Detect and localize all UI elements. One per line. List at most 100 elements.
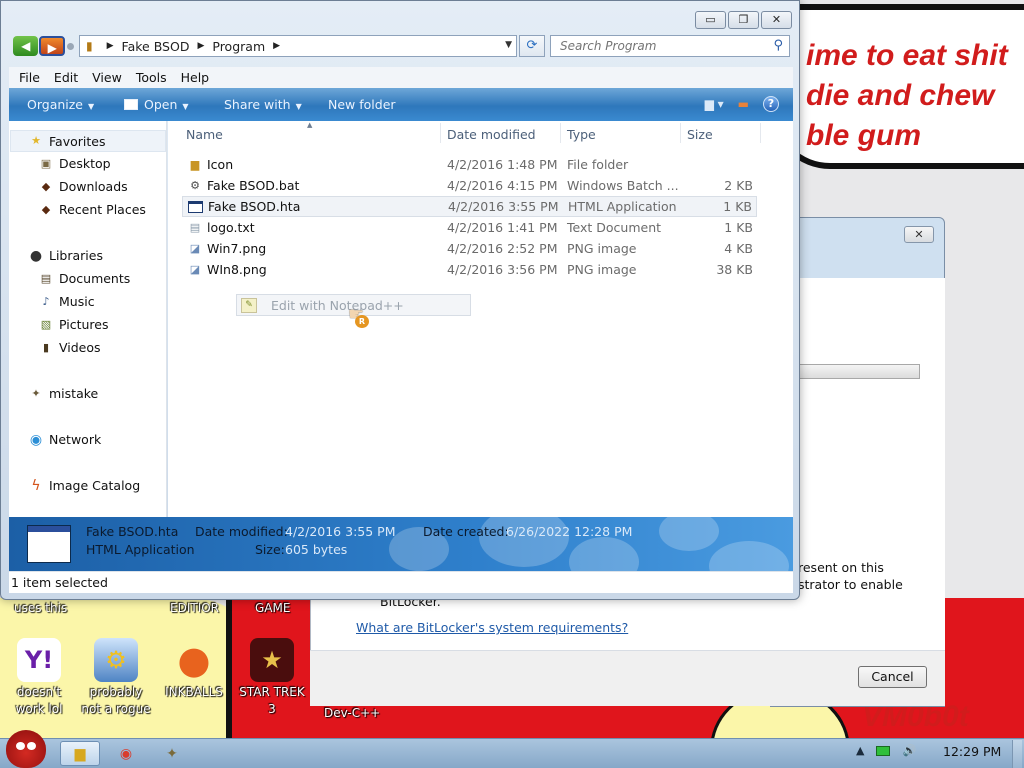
show-desktop-button[interactable] [1012,740,1022,768]
forward-button[interactable]: ▶ [39,36,65,56]
breadcrumb-program[interactable]: Program [212,39,265,54]
column-divider[interactable] [560,123,561,143]
file-row-fake-bsod-bat[interactable]: ⚙ Fake BSOD.bat 4/2/2016 4:15 PM Windows … [182,175,757,196]
nav-libraries[interactable]: ● Libraries [29,248,103,263]
window-icon [124,99,138,110]
nav-network[interactable]: ◉ Network [29,432,101,447]
menu-help[interactable]: Help [181,70,210,85]
cancel-button[interactable]: Cancel [858,666,927,688]
details-date-modified-label: Date modified: [195,524,288,539]
chevron-right-icon[interactable]: ▶ [273,41,280,51]
maximize-button[interactable]: ❐ [728,11,759,29]
file-name: ◪ Win7.png [187,241,266,256]
libraries-icon: ● [29,247,43,264]
search-icon[interactable]: ⚲ [773,38,783,53]
nav-downloads[interactable]: ◆ Downloads [39,179,128,194]
column-header-name[interactable]: Name [186,127,223,142]
menu-tools[interactable]: Tools [136,70,167,85]
organize-button[interactable]: Organize ▼ [27,97,94,112]
menu-file[interactable]: File [19,70,40,85]
context-menu-label: Edit with Notepad++ [271,297,404,313]
tray-expand-icon[interactable]: ▲ [856,744,864,757]
column-header-type[interactable]: Type [567,127,596,142]
taskbar-explorer-button[interactable]: ▆ [60,741,100,766]
minimize-button[interactable]: ▭ [695,11,726,29]
column-divider[interactable] [680,123,681,143]
nav-label: mistake [49,386,99,401]
nav-pictures[interactable]: ▧ Pictures [39,317,109,332]
column-divider[interactable] [760,123,761,143]
column-header-date-modified[interactable]: Date modified [447,127,536,142]
nav-image-catalog[interactable]: ϟ Image Catalog [29,478,140,493]
file-row-fake-bsod-hta[interactable]: Fake BSOD.hta 4/2/2016 3:55 PM HTML Appl… [182,196,757,217]
decorative-bubble [569,537,639,571]
desktop-icon-inkballs[interactable]: ● INKBALLS [158,638,230,701]
nav-label: Favorites [49,133,106,149]
desktop-icon-probably-not-a-rogue[interactable]: ⚙ probably not a rogue [80,638,152,718]
recent-locations-button[interactable] [67,43,74,50]
desktop-label-devcpp[interactable]: Dev-C++ [324,706,380,720]
star-trek-icon: ★ [250,638,294,682]
nav-favorites[interactable]: ★ Favorites [10,130,166,152]
bitlocker-requirements-link[interactable]: What are BitLocker's system requirements… [356,620,628,635]
network-status-icon[interactable] [876,745,891,756]
file-size: 4 KB [724,241,753,256]
nav-recent-places[interactable]: ◆ Recent Places [39,202,146,217]
nav-label: Image Catalog [49,478,141,493]
help-icon[interactable]: ? [763,96,779,112]
desktop-icon-yahoo[interactable]: Y! doesn't work lol [3,638,75,718]
refresh-button[interactable]: ⟳ [519,35,545,57]
taskbar-clock[interactable]: 12:29 PM [943,744,1001,759]
nav-music[interactable]: ♪ Music [39,294,94,309]
share-with-button[interactable]: Share with ▼ [224,97,302,112]
file-row-win8-png[interactable]: ◪ WIn8.png 4/2/2016 3:56 PM PNG image 38 … [182,259,757,280]
column-divider[interactable] [440,123,441,143]
file-row-logo-txt[interactable]: ▤ logo.txt 4/2/2016 1:41 PM Text Document… [182,217,757,238]
back-button[interactable]: ◀ [13,36,39,56]
nav-videos[interactable]: ▮ Videos [39,340,101,355]
nav-desktop[interactable]: ▣ Desktop [39,156,111,171]
start-bird-eye [16,742,25,750]
file-row-win7-png[interactable]: ◪ Win7.png 4/2/2016 2:52 PM PNG image 4 K… [182,238,757,259]
volume-icon[interactable]: 🔊 [902,744,916,757]
new-folder-button[interactable]: New folder [328,97,396,112]
menu-edit[interactable]: Edit [54,70,78,85]
cursor-badge-icon: R [355,315,369,328]
start-button[interactable] [6,730,46,768]
nav-documents[interactable]: ▤ Documents [39,271,130,286]
command-bar: Organize ▼ Open ▼ Share with ▼ New folder ▆… [9,88,793,121]
nav-mistake[interactable]: ✦ mistake [29,386,98,401]
share-with-label: Share with [224,97,291,112]
notepad-plus-plus-icon: ✎ [241,297,257,313]
file-name-text: Fake BSOD.bat [207,178,300,193]
dialog-close-button[interactable]: ✕ [904,226,934,243]
sort-ascending-icon: ▲ [307,121,313,129]
search-input[interactable] [551,36,761,56]
details-size: 605 bytes [285,542,348,557]
taskbar-chrome-button[interactable]: ◉ [106,741,146,766]
desktop-icon-label: doesn't work lol [15,685,63,716]
view-options-icon[interactable]: ▆ ▾ [705,97,724,111]
batch-file-icon: ⚙ [190,178,200,192]
preview-pane-icon[interactable]: ▬ [738,97,749,111]
file-type: Text Document [567,220,662,235]
desktop-label-editor: EDITIOR [170,601,220,615]
search-box[interactable]: ⚲ [550,35,790,57]
desktop-icon-star-trek-3[interactable]: ★ STAR TREK 3 [236,638,308,718]
open-button[interactable]: Open ▼ [124,97,189,112]
yahoo-icon: Y! [17,638,61,682]
address-bar[interactable]: ▮ ▶ Fake BSOD ▶ Program ▶ ▼ [79,35,517,57]
breadcrumb-fake-bsod[interactable]: Fake BSOD [122,39,190,54]
close-button[interactable]: ✕ [761,11,792,29]
file-row-icon[interactable]: ▆ Icon 4/2/2016 1:48 PM File folder [182,154,757,175]
taskbar-bitlocker-button[interactable]: ✦ [152,741,192,766]
file-name: ⚙ Fake BSOD.bat [187,178,299,193]
chevron-down-icon[interactable]: ▼ [505,40,512,50]
desktop-label-uses-this: uses this [14,601,68,615]
column-header-size[interactable]: Size [687,127,713,142]
menu-view[interactable]: View [92,70,122,85]
chevron-right-icon[interactable]: ▶ [197,41,204,51]
thumbnail-titlebar [28,526,70,532]
chevron-right-icon[interactable]: ▶ [107,41,114,51]
desktop-label-game: GAME [255,601,291,615]
